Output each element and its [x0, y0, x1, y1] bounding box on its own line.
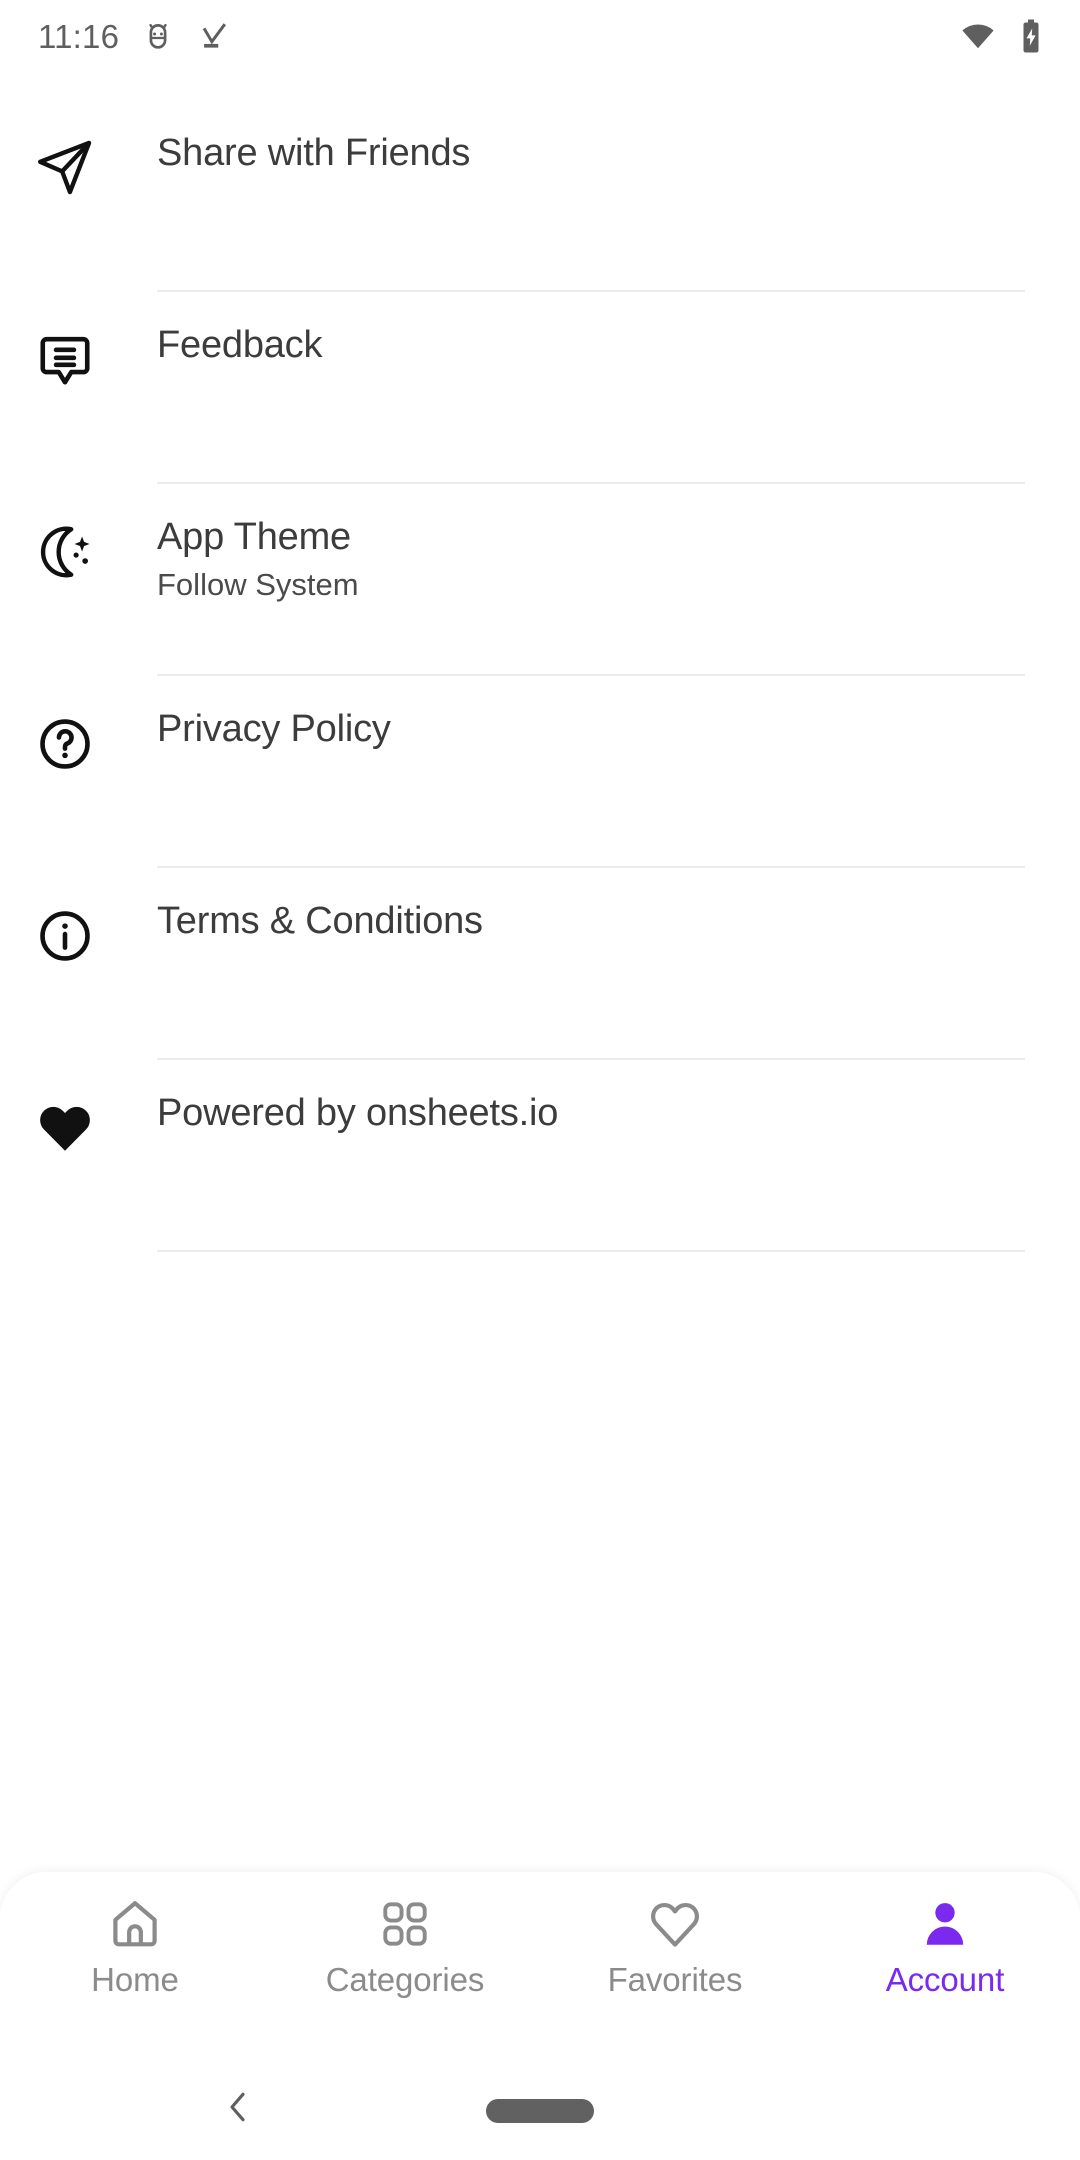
home-icon [107, 1894, 163, 1954]
settings-row-feedback[interactable]: Feedback [0, 292, 1080, 484]
download-complete-icon [197, 19, 231, 53]
nav-item-favorites[interactable]: Favorites [540, 1894, 810, 1996]
chevron-left-icon[interactable] [216, 2085, 260, 2129]
feedback-icon [34, 329, 96, 391]
nav-label-account: Account [885, 1961, 1005, 1998]
home-pill-indicator[interactable] [486, 2099, 594, 2123]
settings-row-powered-by[interactable]: Powered by onsheets.io [0, 1060, 1080, 1252]
settings-row-texts: Powered by onsheets.io [157, 1090, 558, 1136]
status-bar-left: 11:16 [38, 19, 231, 53]
settings-row-texts: Share with Friends [157, 130, 470, 176]
send-icon [34, 137, 96, 199]
status-bar: 11:16 [0, 0, 1080, 72]
android-head-icon [141, 19, 175, 53]
settings-list: Share with Friends Feedback App Theme Fo… [0, 100, 1080, 1252]
settings-row-title: Powered by onsheets.io [157, 1092, 559, 1134]
settings-row-app-theme[interactable]: App Theme Follow System [0, 484, 1080, 676]
help-circle-icon [34, 713, 96, 775]
battery-charging-icon [1016, 18, 1046, 54]
status-clock: 11:16 [38, 17, 120, 55]
moon-stars-icon [34, 521, 96, 583]
settings-row-title: Share with Friends [157, 132, 471, 174]
settings-row-texts: App Theme Follow System [157, 514, 359, 605]
settings-row-title: App Theme [157, 516, 351, 558]
status-bar-right [960, 18, 1046, 54]
row-divider [157, 1250, 1025, 1252]
settings-row-title: Terms & Conditions [157, 900, 483, 942]
info-circle-icon [34, 905, 96, 967]
settings-row-texts: Terms & Conditions [157, 898, 483, 944]
person-icon [918, 1894, 972, 1954]
nav-item-categories[interactable]: Categories [270, 1894, 540, 1996]
settings-row-title: Feedback [157, 324, 323, 366]
grid-icon [379, 1894, 431, 1954]
settings-row-texts: Feedback [157, 322, 322, 368]
nav-label-categories: Categories [325, 1961, 485, 1998]
nav-item-home[interactable]: Home [0, 1894, 270, 1996]
nav-label-favorites: Favorites [607, 1961, 743, 1998]
nav-item-account[interactable]: Account [810, 1894, 1080, 1996]
heart-icon [647, 1894, 703, 1954]
nav-label-home: Home [91, 1961, 179, 1998]
system-navigation-bar [0, 2052, 1080, 2160]
wifi-icon [960, 18, 996, 54]
settings-row-terms-and-conditions[interactable]: Terms & Conditions [0, 868, 1080, 1060]
settings-row-subtitle: Follow System [157, 567, 359, 603]
bottom-navigation-bar: Home Categories Favorites Account [0, 1872, 1080, 2052]
heart-filled-icon [34, 1097, 96, 1159]
settings-row-privacy-policy[interactable]: Privacy Policy [0, 676, 1080, 868]
settings-row-share-with-friends[interactable]: Share with Friends [0, 100, 1080, 292]
settings-row-texts: Privacy Policy [157, 706, 391, 752]
settings-row-title: Privacy Policy [157, 708, 391, 750]
